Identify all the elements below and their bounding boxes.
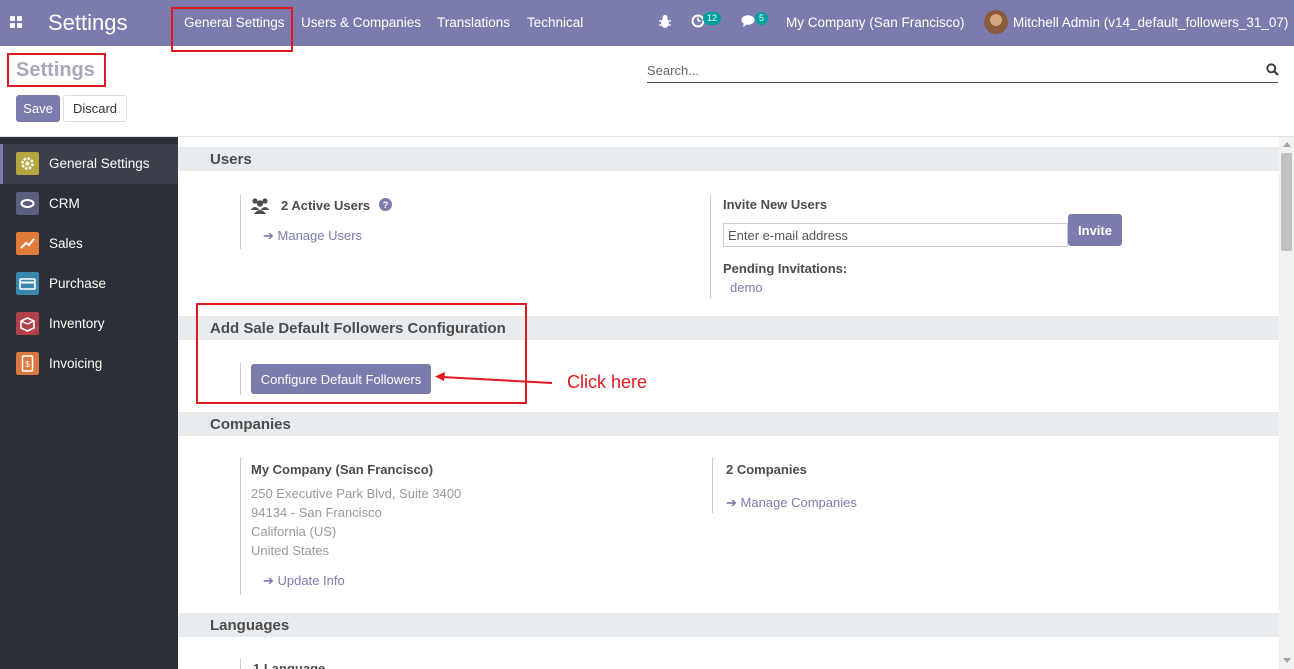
annotation-arrow — [435, 372, 553, 384]
section-title: Languages — [210, 617, 290, 634]
arrow-right-icon: ➔ — [263, 228, 278, 243]
languages-count: 1 Language — [253, 661, 326, 669]
arrow-right-icon: ➔ — [726, 495, 741, 510]
sidebar-item-invoicing[interactable]: $ Invoicing — [0, 344, 178, 384]
box-icon — [16, 312, 39, 335]
gear-icon — [16, 152, 39, 175]
companies-count: 2 Companies — [726, 462, 807, 477]
companies-count-divider — [712, 457, 713, 513]
app-brand: Settings — [48, 10, 128, 35]
sidebar-item-crm[interactable]: CRM — [0, 184, 178, 224]
address-line: California (US) — [251, 524, 337, 539]
invoice-icon: $ — [16, 352, 39, 375]
discard-button[interactable]: Discard — [63, 95, 127, 122]
scroll-up-arrow[interactable] — [1283, 142, 1291, 147]
highlight-page-title — [7, 53, 106, 87]
save-button[interactable]: Save — [16, 95, 60, 122]
help-icon[interactable]: ? — [379, 198, 392, 211]
invite-title: Invite New Users — [723, 197, 828, 212]
scroll-thumb[interactable] — [1281, 153, 1292, 251]
invite-divider — [710, 195, 711, 299]
sidebar-item-label: Inventory — [49, 316, 105, 331]
update-info-label: Update Info — [277, 573, 345, 588]
invite-button[interactable]: Invite — [1068, 214, 1122, 246]
bug-icon[interactable] — [658, 14, 672, 29]
search-icon[interactable] — [1266, 63, 1279, 76]
update-info-link[interactable]: ➔ Update Info — [263, 573, 345, 589]
click-here-annotation: Click here — [567, 372, 648, 392]
manage-companies-label: Manage Companies — [740, 495, 857, 510]
search-input[interactable] — [647, 60, 1247, 80]
sidebar-item-label: CRM — [49, 196, 80, 211]
address-line: 94134 - San Francisco — [251, 505, 382, 520]
chart-icon — [16, 232, 39, 255]
company-name: My Company (San Francisco) — [251, 462, 434, 477]
message-badge: 5 — [755, 12, 769, 25]
pending-user-link[interactable]: demo — [730, 280, 763, 295]
email-field[interactable] — [723, 223, 1068, 247]
section-companies-header: Companies — [178, 412, 1279, 436]
sidebar-item-label: Sales — [49, 236, 83, 251]
svg-text:$: $ — [25, 360, 30, 369]
menu-translations[interactable]: Translations — [437, 15, 510, 30]
user-avatar[interactable] — [984, 10, 1008, 34]
users-divider — [240, 195, 241, 249]
sidebar-item-label: General Settings — [49, 156, 150, 171]
pending-title: Pending Invitations: — [723, 261, 848, 276]
scrollbar[interactable] — [1279, 137, 1294, 669]
menu-technical[interactable]: Technical — [527, 15, 583, 30]
card-icon — [16, 272, 39, 295]
svg-text:?: ? — [383, 200, 389, 211]
highlight-general-settings-menu — [171, 7, 293, 52]
manage-users-label: Manage Users — [277, 228, 363, 243]
address-line: 250 Executive Park Blvd, Suite 3400 — [251, 486, 462, 501]
company-switcher[interactable]: My Company (San Francisco) — [786, 15, 965, 30]
arrow-right-icon: ➔ — [263, 573, 278, 588]
sidebar-item-label: Purchase — [49, 276, 107, 291]
settings-sidebar: General Settings CRM Sales Purchase Inve… — [0, 137, 178, 669]
users-icon — [250, 198, 270, 214]
company-divider — [240, 457, 241, 595]
manage-companies-link[interactable]: ➔ Manage Companies — [726, 495, 857, 511]
scroll-down-arrow[interactable] — [1283, 658, 1291, 663]
section-languages-header: Languages — [178, 613, 1279, 637]
user-menu[interactable]: Mitchell Admin (v14_default_followers_31… — [1013, 15, 1288, 30]
manage-users-link[interactable]: ➔ Manage Users — [263, 228, 362, 244]
menu-users-companies[interactable]: Users & Companies — [301, 15, 421, 30]
address-line: United States — [251, 543, 330, 558]
handshake-icon — [16, 192, 39, 215]
section-title: Companies — [210, 416, 291, 433]
sidebar-item-inventory[interactable]: Inventory — [0, 304, 178, 344]
sidebar-item-label: Invoicing — [49, 356, 103, 371]
activity-badge: 12 — [703, 12, 722, 25]
active-users-count: 2 Active Users — [281, 198, 371, 213]
sidebar-item-purchase[interactable]: Purchase — [0, 264, 178, 304]
section-title: Users — [210, 151, 252, 168]
languages-divider — [240, 659, 241, 669]
sidebar-item-general-settings[interactable]: General Settings — [0, 144, 178, 184]
sidebar-item-sales[interactable]: Sales — [0, 224, 178, 264]
apps-menu-icon[interactable] — [10, 16, 22, 28]
section-users-header: Users — [178, 147, 1279, 171]
search-bar — [647, 58, 1279, 83]
